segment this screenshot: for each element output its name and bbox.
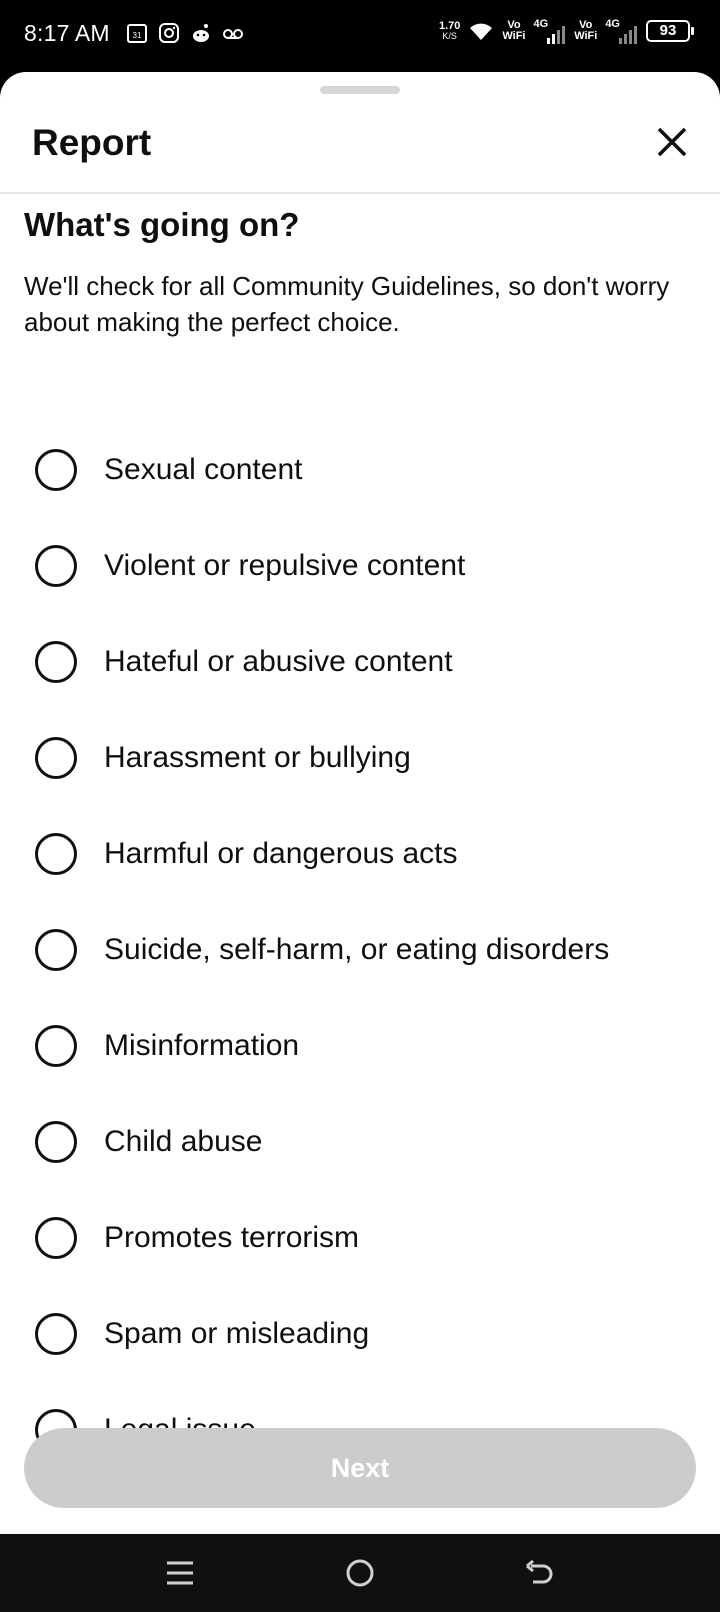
status-bar: 8:17 AM 31 1.70 K/S Vo WiFi 4G Vo WiFi 4… xyxy=(0,0,720,72)
close-icon xyxy=(657,127,687,157)
signal-1: 4G xyxy=(534,18,567,44)
option-suicide-self-harm[interactable]: Suicide, self-harm, or eating disorders xyxy=(0,902,720,998)
radio-button[interactable] xyxy=(35,545,77,587)
signal-icon xyxy=(547,26,566,44)
radio-button[interactable] xyxy=(35,1217,77,1259)
radio-button[interactable] xyxy=(35,737,77,779)
option-harmful-acts[interactable]: Harmful or dangerous acts xyxy=(0,806,720,902)
option-label: Harmful or dangerous acts xyxy=(104,837,458,870)
back-icon xyxy=(526,1559,553,1584)
signal-2: 4G xyxy=(605,18,638,44)
option-misinformation[interactable]: Misinformation xyxy=(0,998,720,1094)
menu-icon xyxy=(167,1561,193,1585)
navigation-bar xyxy=(0,1534,720,1612)
option-label: Sexual content xyxy=(104,453,303,486)
calendar-icon: 31 xyxy=(127,24,147,43)
drag-handle[interactable] xyxy=(320,86,400,94)
svg-text:31: 31 xyxy=(133,31,142,40)
radio-button[interactable] xyxy=(35,449,77,491)
option-hateful-content[interactable]: Hateful or abusive content xyxy=(0,614,720,710)
home-icon xyxy=(346,1559,374,1587)
option-spam[interactable]: Spam or misleading xyxy=(0,1286,720,1382)
vowifi-label-2: Vo WiFi xyxy=(574,19,598,42)
divider xyxy=(0,192,720,194)
network-speed: 1.70 K/S xyxy=(438,20,461,42)
home-button[interactable] xyxy=(343,1556,377,1590)
question-heading: What's going on? xyxy=(24,206,300,243)
option-label: Violent or repulsive content xyxy=(104,549,466,582)
option-sexual-content[interactable]: Sexual content xyxy=(0,422,720,518)
menu-button[interactable] xyxy=(163,1556,197,1590)
description: We'll check for all Community Guidelines… xyxy=(24,271,670,337)
wifi-icon xyxy=(470,23,493,40)
option-harassment[interactable]: Harassment or bullying xyxy=(0,710,720,806)
radio-button[interactable] xyxy=(35,1025,77,1067)
next-button[interactable]: Next xyxy=(24,1428,696,1508)
close-button[interactable] xyxy=(652,122,692,162)
system-status: 1.70 K/S Vo WiFi 4G Vo WiFi 4G 93 xyxy=(438,18,694,44)
report-sheet: Report What's going on? We'll check for … xyxy=(0,72,720,1534)
option-label: Harassment or bullying xyxy=(104,741,411,774)
option-label: Misinformation xyxy=(104,1029,300,1062)
report-options: Sexual content Violent or repulsive cont… xyxy=(0,422,720,1478)
back-button[interactable] xyxy=(523,1556,557,1590)
signal-icon xyxy=(619,26,637,44)
option-violent-content[interactable]: Violent or repulsive content xyxy=(0,518,720,614)
notification-icons: 31 xyxy=(126,22,244,44)
status-time: 8:17 AM xyxy=(24,20,110,46)
option-label: Child abuse xyxy=(104,1125,263,1158)
option-child-abuse[interactable]: Child abuse xyxy=(0,1094,720,1190)
radio-button[interactable] xyxy=(35,929,77,971)
sheet-title: Report xyxy=(32,122,152,163)
option-label: Hateful or abusive content xyxy=(104,645,453,678)
vowifi-label-1: Vo WiFi xyxy=(502,19,526,42)
radio-button[interactable] xyxy=(35,833,77,875)
radio-button[interactable] xyxy=(35,1121,77,1163)
reddit-icon xyxy=(193,24,209,42)
instagram-icon xyxy=(159,23,179,43)
voicemail-icon xyxy=(223,29,243,39)
radio-button[interactable] xyxy=(35,1313,77,1355)
radio-button[interactable] xyxy=(35,641,77,683)
option-label: Spam or misleading xyxy=(104,1317,370,1350)
option-terrorism[interactable]: Promotes terrorism xyxy=(0,1190,720,1286)
option-label: Suicide, self-harm, or eating disorders xyxy=(104,933,610,966)
option-label: Promotes terrorism xyxy=(104,1221,360,1254)
battery-indicator: 93 xyxy=(646,20,694,42)
